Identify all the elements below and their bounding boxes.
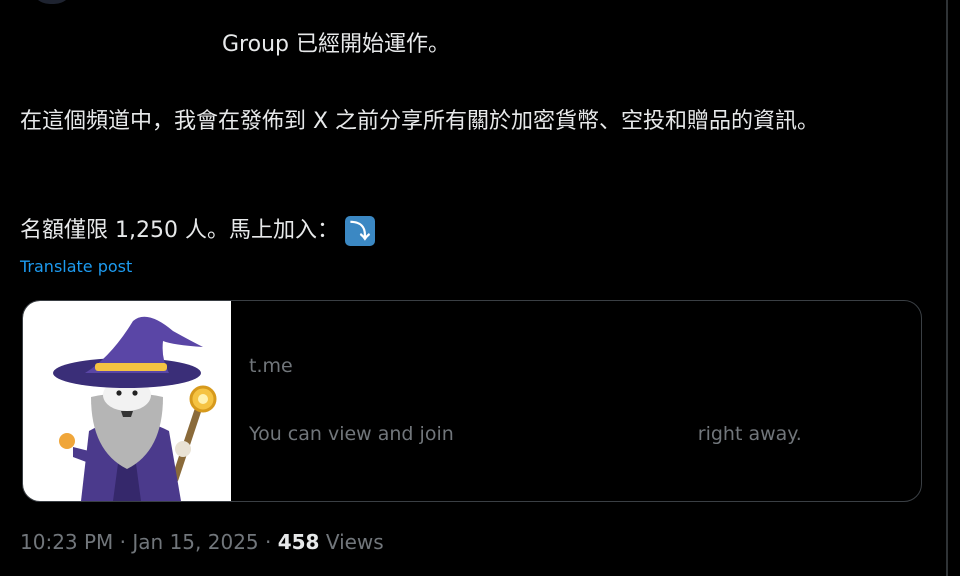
post-text-paragraph: 在這個頻道中，我會在發佈到 X 之前分享所有關於加密貨幣、空投和贈品的資訊。 xyxy=(20,109,820,134)
arrow-down-right-icon: ⤵ xyxy=(344,216,375,246)
post-metadata: 10:23 PM · Jan 15, 2025 · 458 Views xyxy=(20,528,384,556)
post-text-line1: Group 已經開始運作。 xyxy=(222,32,450,57)
post-text-line3: 名額僅限 1,250 人。馬上加入： ⤵ xyxy=(20,216,375,246)
card-description-start: You can view and join xyxy=(249,423,454,445)
card-description: You can view and join right away. xyxy=(249,423,802,445)
post-date[interactable]: Jan 15, 2025 xyxy=(132,530,258,554)
views-label: Views xyxy=(325,530,384,554)
post-time[interactable]: 10:23 PM xyxy=(20,530,113,554)
author-avatar[interactable] xyxy=(30,0,74,4)
translate-post-link[interactable]: Translate post xyxy=(20,256,132,278)
card-body: t.me You can view and join right away. xyxy=(231,301,921,501)
meta-separator: · xyxy=(119,530,127,554)
wizard-icon xyxy=(53,316,217,501)
card-description-end: right away. xyxy=(697,423,802,445)
column-divider xyxy=(946,0,948,576)
views-count: 458 xyxy=(277,530,320,554)
meta-separator: · xyxy=(265,530,272,554)
post-text-line3-label: 名額僅限 1,250 人。馬上加入： xyxy=(20,218,339,243)
card-thumbnail xyxy=(23,301,231,501)
card-domain: t.me xyxy=(249,355,293,377)
link-preview-card[interactable]: t.me You can view and join right away. xyxy=(22,300,922,502)
